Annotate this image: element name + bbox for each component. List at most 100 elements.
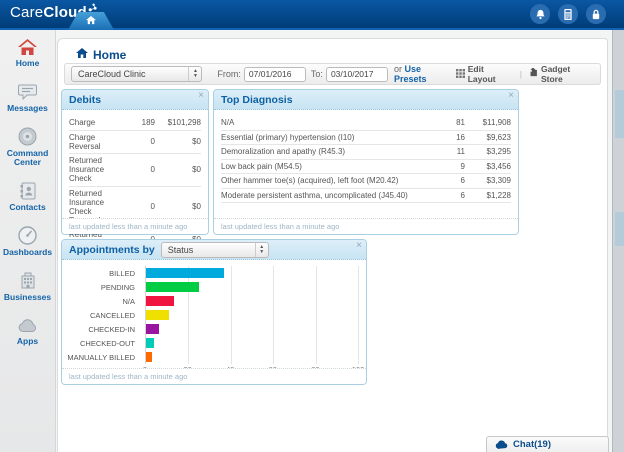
close-icon[interactable]: × <box>198 91 204 101</box>
chart-row: CHECKED-OUT <box>66 336 145 350</box>
bar-track <box>146 336 358 350</box>
chat-bar[interactable]: Chat(19) <box>486 436 609 452</box>
chart-row: N/A <box>66 294 145 308</box>
sidebar-item-label: Command Center <box>0 149 55 169</box>
grid-icon <box>456 69 465 80</box>
bar-n-a <box>146 296 174 306</box>
dashboards-icon <box>18 226 38 246</box>
row-count: 0 <box>125 202 155 211</box>
sidebar: Home Messages Command Center Contacts Dashbo… <box>0 30 56 452</box>
row-label: Essential (primary) hypertension (I10) <box>221 133 435 142</box>
scrollbar-track[interactable] <box>612 30 624 452</box>
command-center-icon <box>18 127 38 147</box>
calculator-icon[interactable] <box>558 4 578 24</box>
row-label: N/A <box>221 118 435 127</box>
to-date-input[interactable] <box>326 67 388 82</box>
close-icon[interactable]: × <box>356 241 362 251</box>
sidebar-item-contacts[interactable]: Contacts <box>0 174 55 219</box>
gridline <box>358 266 359 364</box>
close-icon[interactable]: × <box>508 91 514 101</box>
chart-row: CANCELLED <box>66 308 145 322</box>
bar-label: PENDING <box>66 283 140 292</box>
tag-icon <box>528 68 538 80</box>
row-label: Demoralization and apathy (R45.3) <box>221 147 435 156</box>
debits-last-updated: last updated less than a minute ago <box>62 218 208 234</box>
top-diagnosis-panel-header: Top Diagnosis <box>214 90 518 110</box>
chart-plot-area <box>145 266 358 364</box>
bar-label: N/A <box>66 297 140 306</box>
table-row: Returned Insurance Check0$0 <box>69 154 201 187</box>
table-row: Demoralization and apathy (R45.3)11$3,29… <box>221 145 511 160</box>
apps-icon <box>18 315 38 335</box>
practice-select[interactable]: CareCloud Clinic ▲▼ <box>71 66 202 82</box>
breadcrumb: Home <box>76 46 126 64</box>
row-count: 0 <box>125 165 155 174</box>
breadcrumb-home-icon <box>76 46 88 64</box>
toolbar-separator: | <box>520 69 522 79</box>
bar-track-inner <box>146 322 358 336</box>
appointments-last-updated: last updated less than a minute ago <box>62 368 366 384</box>
lock-icon[interactable] <box>586 4 606 24</box>
bar-track <box>146 350 358 364</box>
sidebar-item-label: Messages <box>7 104 48 114</box>
row-amount: $9,623 <box>465 133 511 142</box>
row-label: Low back pain (M54.5) <box>221 162 435 171</box>
row-count: 11 <box>435 147 465 156</box>
scrollbar-thumb[interactable] <box>615 90 624 138</box>
chart-row: MANUALLY BILLED <box>66 350 145 364</box>
row-count: 189 <box>125 118 155 127</box>
sidebar-item-label: Home <box>16 59 40 69</box>
home-tab-icon <box>86 12 96 30</box>
select-stepper-icon: ▲▼ <box>255 243 268 257</box>
row-amount: $11,908 <box>465 118 511 127</box>
table-row: Charge189$101,298 <box>69 116 201 131</box>
bar-label: CHECKED-IN <box>66 325 140 334</box>
bar-track-inner <box>146 350 358 364</box>
bar-billed <box>146 268 224 278</box>
sidebar-item-businesses[interactable]: Businesses <box>0 264 55 309</box>
businesses-icon <box>18 271 38 291</box>
row-amount: $3,295 <box>465 147 511 156</box>
row-amount: $3,309 <box>465 176 511 185</box>
sidebar-item-messages[interactable]: Messages <box>0 75 55 120</box>
table-row: Other hammer toe(s) (acquired), left foo… <box>221 174 511 189</box>
bell-icon[interactable] <box>530 4 550 24</box>
row-amount: $0 <box>155 165 201 174</box>
from-date-input[interactable] <box>244 67 306 82</box>
bar-manually-billed <box>146 352 152 362</box>
row-count: 81 <box>435 118 465 127</box>
sidebar-item-command-center[interactable]: Command Center <box>0 120 55 175</box>
app-window: CareCloud HomeMessagesCommand CenterCont… <box>0 0 624 452</box>
main-content: Home CareCloud Clinic ▲▼ From: To: or Us… <box>57 38 608 452</box>
sidebar-item-dashboards[interactable]: Dashboards <box>0 219 55 264</box>
chart-category-labels: BILLEDPENDINGN/ACANCELLEDCHECKED-INCHECK… <box>66 266 145 364</box>
row-amount: $1,228 <box>465 191 511 200</box>
bar-track <box>146 322 358 336</box>
sidebar-item-home[interactable]: Home <box>0 30 55 75</box>
bar-track-inner <box>146 308 358 322</box>
edit-layout-button[interactable]: Edit Layout <box>456 64 514 84</box>
toolbar-right: Edit Layout | Gadget Store <box>456 64 594 84</box>
appointments-panel: Appointments by Status ▲▼ × BILLEDPENDIN… <box>61 239 367 385</box>
topbar-icon-group <box>530 4 606 24</box>
sidebar-item-label: Contacts <box>9 203 45 213</box>
sidebar-item-apps[interactable]: Apps <box>0 308 55 353</box>
presets-group: or Use Presets <box>394 64 456 84</box>
row-amount: $3,456 <box>465 162 511 171</box>
row-label: Moderate persistent asthma, uncomplicate… <box>221 191 435 200</box>
appointments-panel-header: Appointments by Status ▲▼ <box>62 240 366 260</box>
row-count: 0 <box>125 137 155 146</box>
chart-row: CHECKED-IN <box>66 322 145 336</box>
select-stepper-icon: ▲▼ <box>188 67 201 81</box>
from-label: From: <box>217 69 241 79</box>
row-label: Charge <box>69 118 125 127</box>
chat-icon <box>495 436 508 452</box>
gadget-store-button[interactable]: Gadget Store <box>528 64 594 84</box>
table-row: Essential (primary) hypertension (I10)16… <box>221 131 511 146</box>
status-select[interactable]: Status ▲▼ <box>161 242 269 258</box>
debits-title: Debits <box>69 94 101 106</box>
row-label: Charge Reversal <box>69 133 125 151</box>
top-diagnosis-table: N/A81$11,908 Essential (primary) hyperten… <box>214 110 518 203</box>
bar-track <box>146 266 358 280</box>
edge-fragment <box>615 212 624 246</box>
